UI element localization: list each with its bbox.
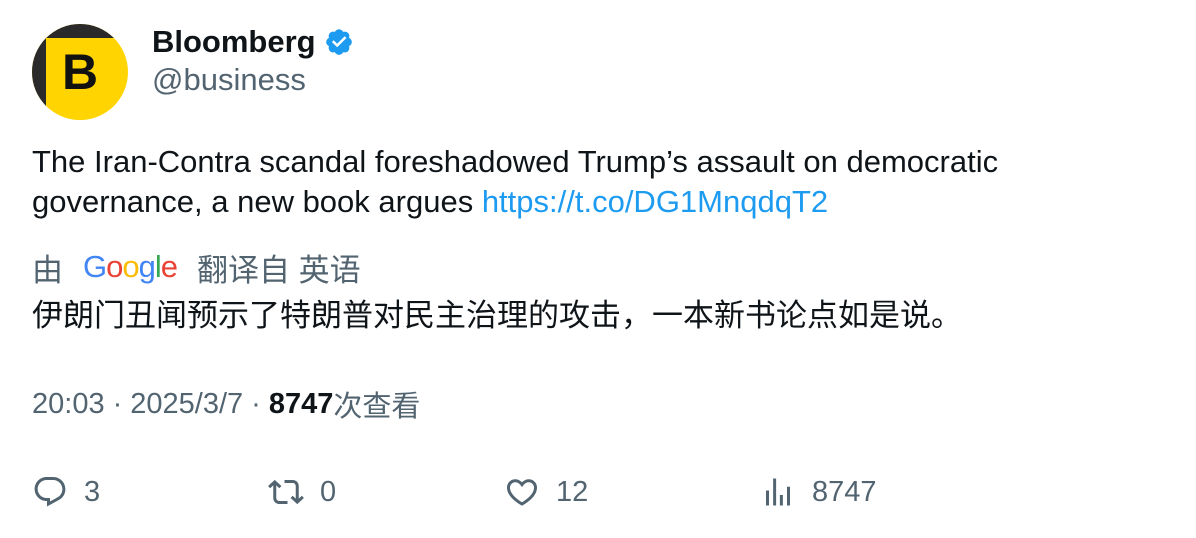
reply-icon [34,477,66,507]
tweet-meta: 20:03 · 2025/3/7 · 8747 次查看 [32,384,420,424]
display-name[interactable]: Bloomberg [152,24,316,60]
heart-icon [506,479,538,506]
retweet-button[interactable]: 0 [268,470,336,514]
translation-prefix: 由 [32,252,63,288]
action-bar: 3 0 12 8747 [32,470,1152,514]
tweet-link[interactable]: https://t.co/DG1MnqdqT2 [482,184,828,219]
translated-text: 伊朗门丑闻预示了特朗普对民主治理的攻击，一本新书论点如是说。 [32,298,962,333]
views-count: 8747 [268,387,334,420]
reply-count: 3 [84,475,101,508]
retweet-icon [268,479,304,505]
verified-badge-icon[interactable] [324,27,354,57]
author-handle[interactable]: @business [152,62,306,98]
views-label: 次查看 [333,391,421,423]
author-name-row: Bloomberg [152,22,354,62]
meta-separator: · [112,387,123,420]
tweet-time[interactable]: 20:03 [32,388,105,421]
reply-button[interactable]: 3 [32,470,100,514]
views-action-count: 8747 [812,475,877,508]
meta-separator: · [251,387,261,420]
like-button[interactable]: 12 [504,470,588,514]
tweet-date[interactable]: 2025/3/7 [130,388,243,421]
tweet-text: The Iran-Contra scandal foreshadowed Tru… [32,142,1152,222]
google-logo[interactable]: Google [83,249,178,285]
avatar[interactable]: B [32,24,128,120]
translation-suffix: 翻译自 英语 [197,252,361,288]
analytics-icon [766,478,790,506]
retweet-count: 0 [320,475,337,508]
views-button[interactable]: 8747 [760,470,877,514]
translation-attribution: 由 Google 翻译自 英语 [32,246,361,288]
like-count: 12 [556,475,589,508]
avatar-letter: B [61,44,99,100]
